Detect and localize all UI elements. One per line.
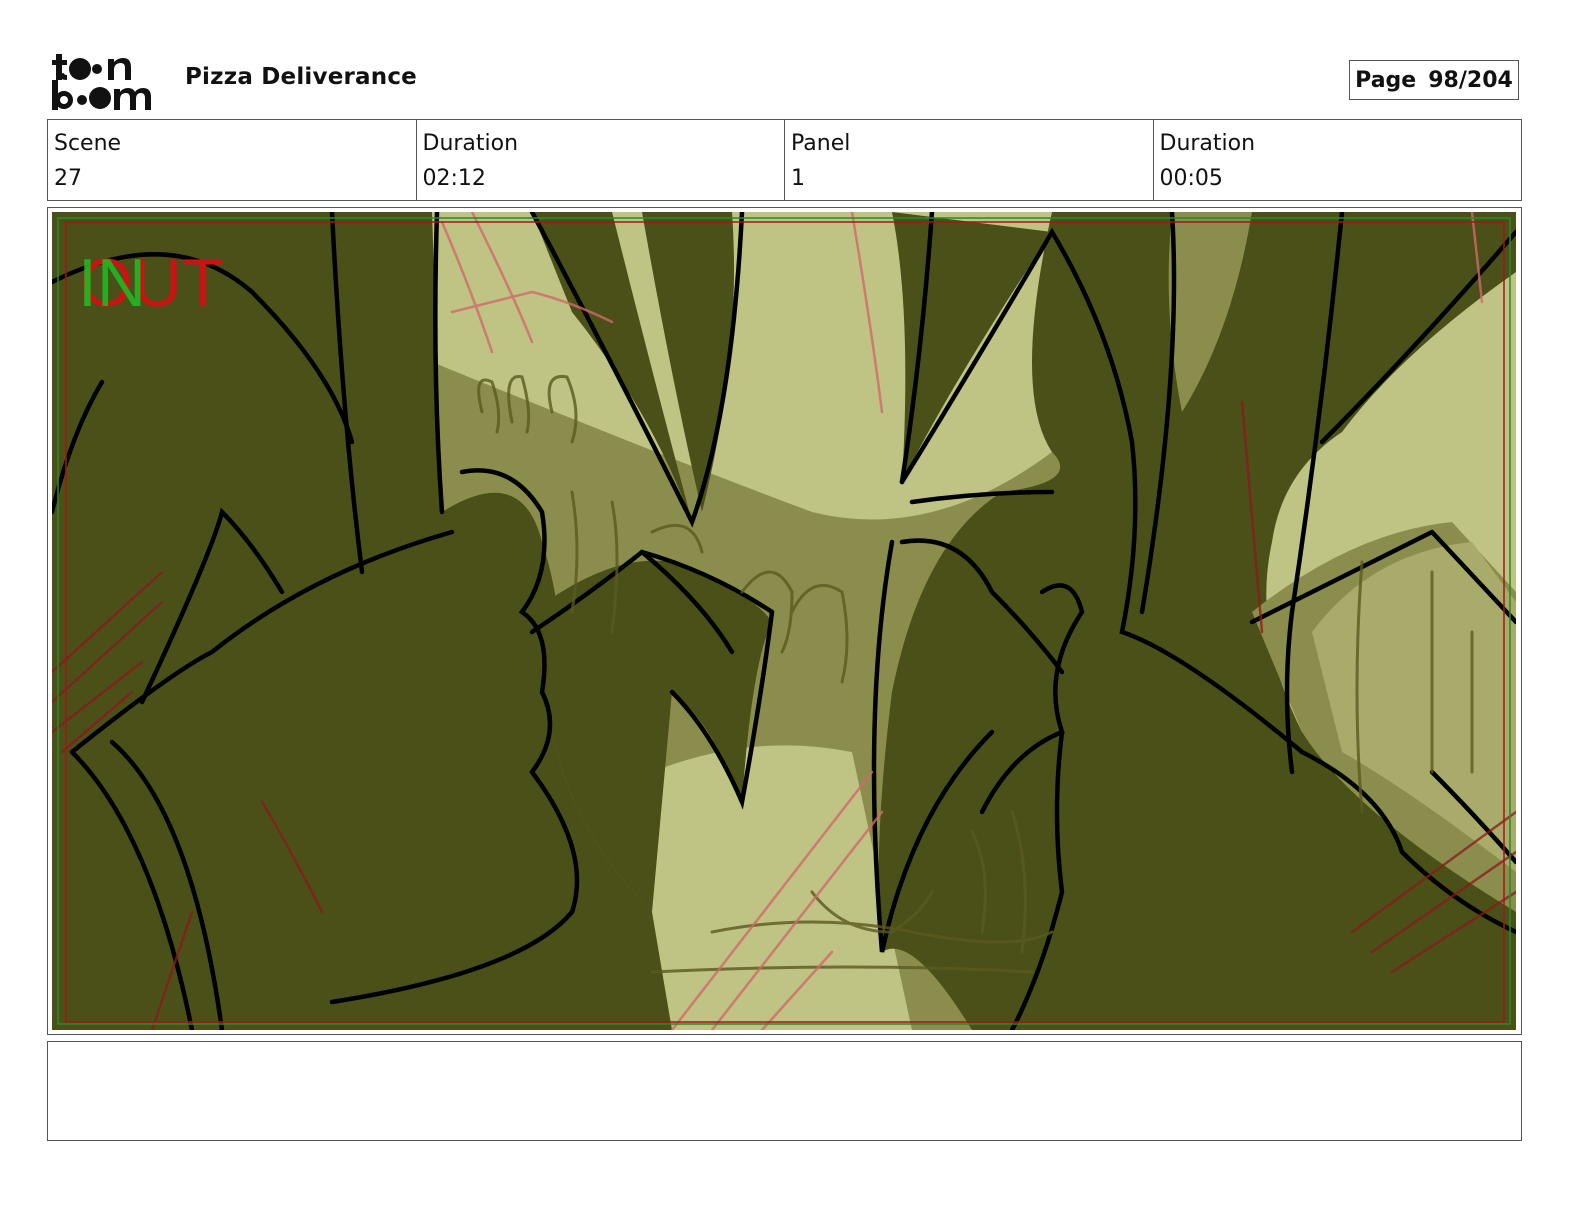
toon-boom-logo xyxy=(52,50,164,112)
panel-duration-label: Duration xyxy=(1159,131,1256,156)
panel-notes-box xyxy=(47,1041,1522,1141)
page-number: 98/204 xyxy=(1428,67,1513,93)
project-title: Pizza Deliverance xyxy=(185,64,417,90)
scene-duration-value: 02:12 xyxy=(422,166,486,191)
page-indicator: Page 98/204 xyxy=(1349,60,1519,100)
panel-label: Panel xyxy=(791,131,851,156)
panel-cell: Panel 1 xyxy=(785,120,1154,200)
scene-duration-cell: Duration 02:12 xyxy=(417,120,785,200)
scene-duration-label: Duration xyxy=(422,131,519,156)
page-label: Page xyxy=(1355,67,1417,93)
panel-artwork: OUT IN xyxy=(52,212,1516,1030)
panel-value: 1 xyxy=(791,166,805,191)
panel-sketch: OUT IN xyxy=(52,212,1516,1030)
scene-info-table: Scene 27 Duration 02:12 Panel 1 Duration… xyxy=(47,119,1522,201)
storyboard-panel: OUT IN xyxy=(47,207,1522,1035)
scene-label: Scene xyxy=(54,131,122,156)
in-marker: IN xyxy=(78,245,146,321)
scene-cell: Scene 27 xyxy=(48,120,417,200)
panel-duration-cell: Duration 00:05 xyxy=(1154,120,1522,200)
panel-duration-value: 00:05 xyxy=(1159,166,1223,191)
scene-value: 27 xyxy=(54,166,82,191)
